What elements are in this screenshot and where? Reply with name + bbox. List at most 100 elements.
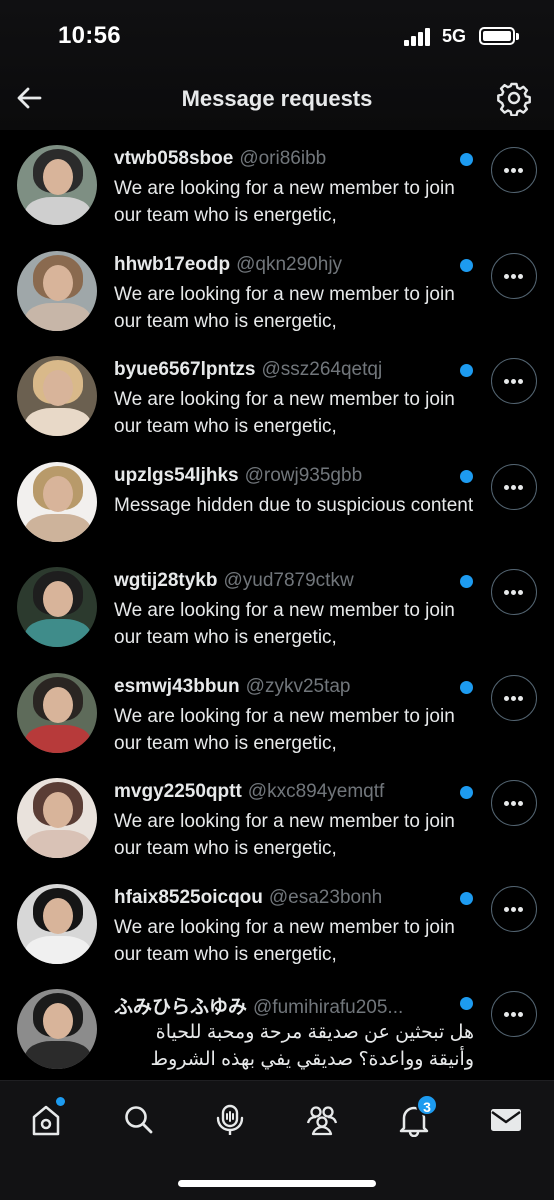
avatar-face bbox=[43, 370, 73, 406]
message-request-row[interactable]: vtwb058sboe @ori86ibb We are looking for … bbox=[0, 130, 554, 236]
avatar-body bbox=[25, 302, 91, 331]
message-request-row[interactable]: esmwj43bbun @zykv25tap We are looking for… bbox=[0, 658, 554, 764]
display-name[interactable]: ふみひらふゆみ bbox=[114, 997, 247, 1018]
message-preview: We are looking for a new member to join … bbox=[114, 178, 455, 226]
name-line: vtwb058sboe @ori86ibb bbox=[114, 148, 454, 174]
message-request-row[interactable]: byue6567lpntzs @ssz264qetqj We are lookin… bbox=[0, 341, 554, 447]
tab-home[interactable] bbox=[18, 1095, 74, 1145]
avatar-face bbox=[43, 475, 73, 512]
message-preview: We are looking for a new member to join … bbox=[114, 916, 455, 965]
avatar-body bbox=[25, 513, 91, 542]
communities-icon bbox=[306, 1106, 338, 1136]
more-options-button[interactable] bbox=[491, 252, 537, 299]
unread-dot bbox=[460, 258, 473, 272]
avatar-face bbox=[43, 159, 73, 195]
name-line: mvgy2250qptt @kxc894yemqtf bbox=[114, 781, 454, 807]
message-request-row[interactable]: hhwb17eodp @qkn290hjy We are looking for … bbox=[0, 236, 554, 342]
message-request-row[interactable]: mvgy2250qptt @kxc894yemqtf We are looking… bbox=[0, 763, 554, 869]
avatar[interactable] bbox=[17, 778, 97, 858]
display-name[interactable]: vtwb058sboe bbox=[114, 148, 233, 169]
tab-search[interactable] bbox=[110, 1095, 166, 1145]
avatar[interactable] bbox=[17, 145, 97, 225]
display-name[interactable]: esmwj43bbun bbox=[114, 676, 240, 697]
avatar[interactable] bbox=[17, 567, 97, 647]
more-options-button[interactable] bbox=[491, 463, 537, 510]
name-line: ふみひらふゆみ @fumihirafu205... bbox=[114, 992, 454, 1018]
message-preview: هل تبحثين عن صديقة مرحة ومحبة للحياة وأن… bbox=[150, 1022, 474, 1070]
settings-button[interactable] bbox=[496, 80, 532, 117]
unread-dot bbox=[460, 786, 473, 799]
avatar[interactable] bbox=[17, 356, 97, 436]
message-preview: We are looking for a new member to join … bbox=[114, 600, 455, 648]
display-name[interactable]: wgtij28tykb bbox=[114, 570, 217, 591]
home-indicator bbox=[178, 1180, 376, 1187]
network-type: 5G bbox=[442, 26, 467, 46]
battery-icon bbox=[479, 27, 519, 45]
user-handle: @kxc894yemqtf bbox=[247, 781, 385, 802]
home-icon bbox=[32, 1105, 60, 1136]
avatar-body bbox=[25, 724, 91, 753]
unread-dot bbox=[460, 575, 473, 588]
tab-notifications[interactable]: 3 bbox=[386, 1094, 442, 1145]
cellular-signal-icon bbox=[404, 28, 434, 46]
avatar[interactable] bbox=[17, 461, 97, 542]
message-request-row[interactable]: ふみひらふゆみ @fumihirafu205... هل تبحثين عن صد… bbox=[0, 974, 554, 1080]
user-handle: @fumihirafu205... bbox=[253, 997, 404, 1018]
message-preview: We are looking for a new member to join … bbox=[114, 389, 455, 437]
display-name[interactable]: upzlgs54ljhks bbox=[114, 465, 239, 486]
avatar-body bbox=[25, 935, 91, 964]
message-request-row[interactable]: upzlgs54ljhks @rowj935gbb Message hidden … bbox=[0, 447, 554, 553]
avatar[interactable] bbox=[17, 672, 97, 753]
avatar-body bbox=[25, 619, 91, 647]
avatar[interactable] bbox=[17, 989, 97, 1069]
name-line: esmwj43bbun @zykv25tap bbox=[114, 676, 454, 702]
more-options-button[interactable] bbox=[491, 885, 537, 932]
unread-dot bbox=[460, 153, 473, 166]
unread-dot bbox=[460, 680, 473, 694]
name-line: byue6567lpntzs @ssz264qetqj bbox=[114, 359, 454, 385]
user-handle: @ori86ibb bbox=[239, 148, 327, 169]
more-options-button[interactable] bbox=[491, 569, 537, 615]
user-handle: @ssz264qetqj bbox=[261, 359, 383, 380]
display-name[interactable]: byue6567lpntzs bbox=[114, 359, 256, 380]
user-handle: @qkn290hjy bbox=[236, 253, 343, 275]
unread-dot bbox=[460, 997, 473, 1010]
user-handle: @zykv25tap bbox=[245, 675, 351, 697]
avatar-face bbox=[43, 264, 73, 301]
display-name[interactable]: hfaix8525oicqou bbox=[114, 887, 263, 908]
status-time: 10:56 bbox=[58, 22, 121, 49]
unread-dot bbox=[460, 364, 473, 377]
more-options-button[interactable] bbox=[491, 991, 537, 1037]
name-line: hhwb17eodp @qkn290hjy bbox=[114, 254, 454, 280]
message-request-row[interactable]: wgtij28tykb @yud7879ctkw We are looking f… bbox=[0, 552, 554, 658]
avatar-face bbox=[43, 792, 73, 828]
name-line: hfaix8525oicqou @esa23bonh bbox=[114, 887, 454, 913]
avatar-face bbox=[43, 581, 73, 617]
tab-communities[interactable] bbox=[294, 1095, 350, 1145]
message-preview: We are looking for a new member to join … bbox=[114, 705, 455, 754]
more-options-button[interactable] bbox=[491, 780, 537, 826]
user-handle: @rowj935gbb bbox=[244, 464, 363, 486]
display-name[interactable]: hhwb17eodp bbox=[114, 254, 230, 275]
envelope-icon bbox=[491, 1109, 521, 1131]
more-options-button[interactable] bbox=[491, 147, 537, 193]
display-name[interactable]: mvgy2250qptt bbox=[114, 781, 242, 802]
header: Message requests bbox=[0, 70, 554, 130]
home-unread-dot bbox=[56, 1097, 65, 1106]
avatar-face bbox=[43, 897, 73, 934]
name-line: upzlgs54ljhks @rowj935gbb bbox=[114, 465, 454, 491]
message-request-row[interactable]: hfaix8525oicqou @esa23bonh We are looking… bbox=[0, 869, 554, 975]
avatar-face bbox=[43, 1003, 73, 1039]
avatar-body bbox=[25, 1041, 91, 1069]
notification-count-badge: 3 bbox=[416, 1094, 438, 1116]
avatar[interactable] bbox=[17, 883, 97, 964]
more-options-button[interactable] bbox=[491, 358, 537, 404]
gear-icon bbox=[497, 82, 531, 117]
status-bar: 10:56 5G bbox=[0, 0, 554, 70]
avatar[interactable] bbox=[17, 250, 97, 331]
search-icon bbox=[125, 1106, 153, 1134]
tab-messages[interactable] bbox=[478, 1095, 534, 1145]
tab-spaces[interactable] bbox=[202, 1095, 258, 1145]
user-handle: @esa23bonh bbox=[268, 886, 383, 908]
more-options-button[interactable] bbox=[491, 674, 537, 721]
